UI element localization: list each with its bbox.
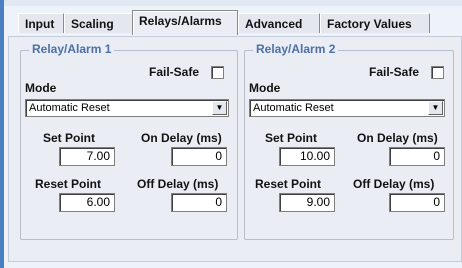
on-delay-input[interactable]: 0 [389, 147, 445, 166]
window-left-border [0, 0, 4, 268]
on-delay-label: On Delay (ms) [141, 131, 222, 145]
fail-safe-checkbox[interactable] [431, 66, 444, 79]
mode-select-value: Automatic Reset [29, 102, 110, 114]
window-top-edge [0, 0, 462, 6]
tab-advanced[interactable]: Advanced [238, 13, 320, 33]
relay-alarm-2-group: Relay/Alarm 2 Fail-Safe Mode Automatic R… [244, 42, 454, 240]
reset-point-label: Reset Point [35, 177, 102, 191]
mode-select-value: Automatic Reset [253, 102, 334, 114]
mode-select[interactable]: Automatic Reset ▼ [25, 99, 229, 117]
mode-select[interactable]: Automatic Reset ▼ [249, 99, 445, 117]
chevron-down-icon[interactable]: ▼ [428, 101, 443, 115]
group-title: Relay/Alarm 2 [253, 42, 339, 56]
relay-alarm-1-group: Relay/Alarm 1 Fail-Safe Mode Automatic R… [20, 42, 238, 240]
reset-point-input[interactable]: 9.00 [279, 193, 335, 212]
off-delay-input[interactable]: 0 [389, 193, 445, 212]
fail-safe-label: Fail-Safe [149, 65, 200, 79]
tab-input[interactable]: Input [18, 13, 64, 33]
mode-label: Mode [249, 81, 281, 95]
reset-point-input[interactable]: 6.00 [59, 193, 115, 212]
set-point-input[interactable]: 10.00 [279, 147, 335, 166]
off-delay-label: Off Delay (ms) [353, 177, 435, 191]
off-delay-label: Off Delay (ms) [137, 177, 219, 191]
tab-scaling[interactable]: Scaling [64, 13, 133, 33]
tab-relays-alarms[interactable]: Relays/Alarms [132, 10, 238, 35]
set-point-label: Set Point [265, 131, 318, 145]
mode-label: Mode [25, 81, 57, 95]
off-delay-input[interactable]: 0 [171, 193, 227, 212]
on-delay-input[interactable]: 0 [171, 147, 227, 166]
set-point-label: Set Point [43, 131, 96, 145]
fail-safe-label: Fail-Safe [369, 65, 420, 79]
chevron-down-icon[interactable]: ▼ [212, 101, 227, 115]
on-delay-label: On Delay (ms) [357, 131, 438, 145]
reset-point-label: Reset Point [255, 177, 322, 191]
tab-factory-values[interactable]: Factory Values [320, 13, 430, 33]
fail-safe-checkbox[interactable] [211, 66, 224, 79]
set-point-input[interactable]: 7.00 [59, 147, 115, 166]
group-title: Relay/Alarm 1 [29, 42, 115, 56]
